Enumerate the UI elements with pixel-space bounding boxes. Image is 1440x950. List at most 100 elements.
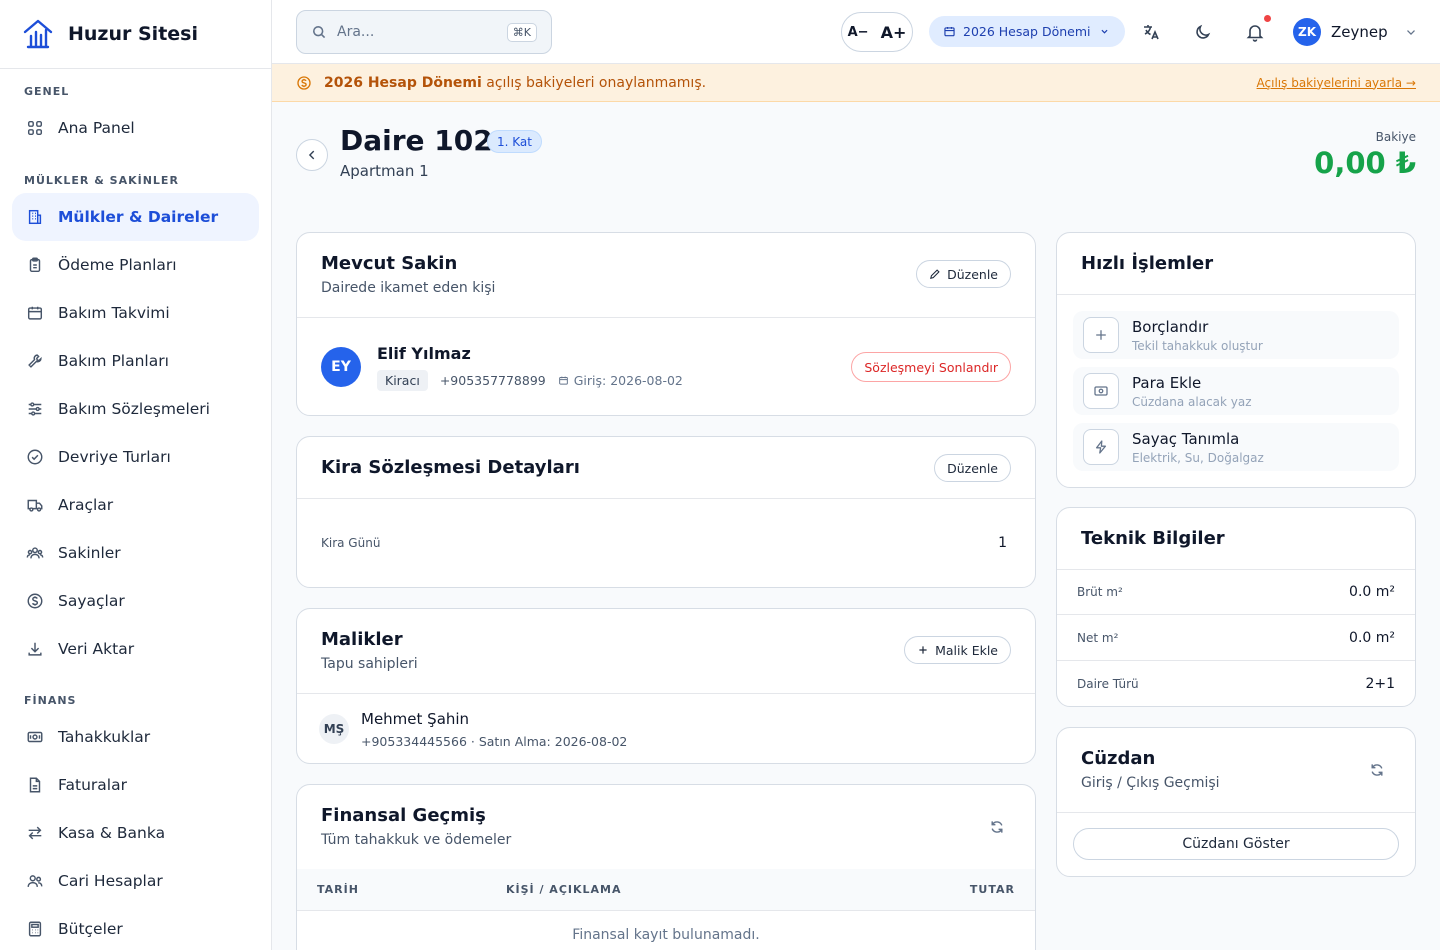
resident-meta: Kiracı +905357778899 Giriş: 2026-08-02	[377, 370, 683, 391]
owner-meta: +905334445566 · Satın Alma: 2026-08-02	[361, 734, 628, 749]
sidebar-item-odeme-planlari[interactable]: Ödeme Planları	[12, 241, 259, 289]
quick-action-para-ekle[interactable]: Para Ekle Cüzdana alacak yaz	[1073, 367, 1399, 415]
sidebar-item-bakim-sozlesmeleri[interactable]: Bakım Sözleşmeleri	[12, 385, 259, 433]
banner-period: 2026 Hesap Dönemi	[324, 74, 482, 91]
sidebar-item-veri-aktar[interactable]: Veri Aktar	[12, 625, 259, 673]
sidebar-item-bakim-planlari[interactable]: Bakım Planları	[12, 337, 259, 385]
card-subtitle: Dairede ikamet eden kişi	[321, 280, 496, 296]
column-header-date: TARİH	[317, 883, 359, 896]
nav-section-genel: GENEL	[24, 85, 70, 98]
calendar-icon	[558, 376, 568, 385]
sidebar-item-label: Tahakkuklar	[58, 728, 151, 746]
period-label: 2026 Hesap Dönemi	[963, 24, 1091, 39]
font-decrease-button[interactable]: A−	[848, 25, 869, 40]
sidebar-item-label: Cari Hesaplar	[58, 872, 163, 890]
sidebar-item-bakim-takvimi[interactable]: Bakım Takvimi	[12, 289, 259, 337]
opening-balance-link[interactable]: Açılış bakiyelerini ayarla →	[1257, 76, 1416, 90]
floor-badge: 1. Kat	[487, 130, 542, 153]
bell-icon[interactable]	[1245, 22, 1265, 42]
balance-value: 0,00 ₺	[1314, 146, 1416, 180]
sidebar-item-label: Bakım Planları	[58, 352, 169, 370]
resident-entry-date: Giriş: 2026-08-02	[573, 373, 683, 388]
quick-action-title: Borçlandır	[1132, 317, 1209, 336]
rent-day-value: 1	[998, 535, 1007, 551]
font-size-control: A− A+	[841, 12, 913, 52]
sidebar-item-faturalar[interactable]: Faturalar	[12, 761, 259, 809]
sidebar-item-label: Mülkler & Daireler	[58, 208, 219, 226]
sidebar-item-sakinler[interactable]: Sakinler	[12, 529, 259, 577]
resident-role-tag: Kiracı	[377, 370, 428, 391]
calculator-icon	[28, 921, 42, 937]
sidebar-item-label: Devriye Turları	[58, 448, 171, 466]
banner-message: 2026 Hesap Dönemi açılış bakiyeleri onay…	[324, 75, 706, 91]
sidebar-item-label: Bakım Sözleşmeleri	[58, 400, 210, 418]
avatar: EY	[321, 347, 361, 387]
refresh-icon[interactable]	[1369, 762, 1385, 778]
quick-action-subtitle: Elektrik, Su, Doğalgaz	[1132, 450, 1264, 465]
sidebar-item-label: Sakinler	[58, 544, 121, 562]
dollar-circle-icon	[297, 75, 311, 90]
show-wallet-button[interactable]: Cüzdanı Göster	[1073, 828, 1399, 860]
page-subtitle: Apartman 1	[340, 162, 429, 180]
balance-label: Bakiye	[1375, 130, 1416, 144]
pencil-icon	[930, 269, 940, 279]
brand[interactable]: Huzur Sitesi	[0, 0, 271, 69]
user-group-icon	[27, 875, 43, 887]
card-title: Teknik Bilgiler	[1081, 528, 1225, 549]
truck-icon	[27, 499, 43, 512]
check-circle-icon	[27, 449, 43, 465]
card-title: Kira Sözleşmesi Detayları	[321, 457, 580, 478]
sidebar-item-kasa-banka[interactable]: Kasa & Banka	[12, 809, 259, 857]
edit-resident-button[interactable]: Düzenle	[916, 260, 1011, 288]
refresh-icon[interactable]	[989, 819, 1005, 835]
sidebar-item-araclar[interactable]: Araçlar	[12, 481, 259, 529]
search-input[interactable]: Ara... ⌘K	[296, 10, 552, 54]
period-selector[interactable]: 2026 Hesap Dönemi	[929, 16, 1125, 47]
button-label: Malik Ekle	[935, 642, 998, 658]
tech-label: Brüt m²	[1077, 584, 1123, 599]
sidebar-item-label: Faturalar	[58, 776, 127, 794]
font-increase-button[interactable]: A+	[881, 23, 907, 42]
card-title: Hızlı İşlemler	[1081, 253, 1214, 274]
translate-icon[interactable]	[1141, 22, 1161, 42]
lease-card: Kira Sözleşmesi Detayları Düzenle Kira G…	[296, 436, 1036, 588]
chevron-left-icon	[308, 150, 315, 160]
sidebar-item-label: Ana Panel	[58, 119, 135, 137]
notification-dot	[1264, 15, 1271, 22]
quick-action-borclandir[interactable]: Borçlandır Tekil tahakkuk oluştur	[1073, 311, 1399, 359]
moon-icon[interactable]	[1193, 22, 1213, 42]
end-contract-button[interactable]: Sözleşmeyi Sonlandır	[851, 352, 1011, 382]
sidebar-item-devriye-turlari[interactable]: Devriye Turları	[12, 433, 259, 481]
chevron-down-icon	[1100, 29, 1108, 34]
back-button[interactable]	[296, 139, 328, 171]
resident-card: Mevcut Sakin Dairede ikamet eden kişi Dü…	[296, 232, 1036, 416]
nav-section-finans: FİNANS	[24, 694, 77, 707]
sidebar-item-ana-panel[interactable]: Ana Panel	[12, 104, 259, 152]
add-owner-button[interactable]: Malik Ekle	[904, 636, 1011, 664]
sidebar: Huzur Sitesi GENEL Ana Panel MÜLKLER & S…	[0, 0, 272, 950]
banner-text: açılış bakiyeleri onaylanmamış.	[481, 74, 707, 91]
card-subtitle: Tüm tahakkuk ve ödemeler	[321, 832, 512, 848]
user-name: Zeynep	[1331, 23, 1388, 41]
quick-action-sayac-tanimla[interactable]: Sayaç Tanımla Elektrik, Su, Doğalgaz	[1073, 423, 1399, 471]
sidebar-item-label: Ödeme Planları	[58, 256, 177, 274]
quick-action-subtitle: Tekil tahakkuk oluştur	[1132, 338, 1263, 353]
user-menu[interactable]: ZK Zeynep	[1293, 18, 1418, 46]
sidebar-item-cari-hesaplar[interactable]: Cari Hesaplar	[12, 857, 259, 905]
quick-action-title: Sayaç Tanımla	[1132, 429, 1240, 448]
sidebar-item-butceler[interactable]: Bütçeler	[12, 905, 259, 950]
sidebar-item-mulkler-daireler[interactable]: Mülkler & Daireler	[12, 193, 259, 241]
wallet-card: Cüzdan Giriş / Çıkış Geçmişi Cüzdanı Gös…	[1056, 727, 1416, 877]
sidebar-item-label: Bütçeler	[58, 920, 123, 938]
banknote-icon	[27, 731, 43, 743]
sidebar-item-tahakkuklar[interactable]: Tahakkuklar	[12, 713, 259, 761]
topbar: Ara... ⌘K A− A+ 2026 Hesap Dönemi ZK Zey…	[272, 0, 1440, 64]
rent-day-label: Kira Günü	[321, 536, 381, 550]
avatar: ZK	[1293, 18, 1321, 46]
search-icon	[313, 26, 326, 39]
list-item[interactable]: MŞ Mehmet Şahin +905334445566 · Satın Al…	[297, 694, 1035, 763]
edit-lease-button[interactable]: Düzenle	[934, 454, 1011, 482]
sliders-icon	[28, 402, 42, 416]
sidebar-item-label: Kasa & Banka	[58, 824, 166, 842]
sidebar-item-sayaclar[interactable]: Sayaçlar	[12, 577, 259, 625]
